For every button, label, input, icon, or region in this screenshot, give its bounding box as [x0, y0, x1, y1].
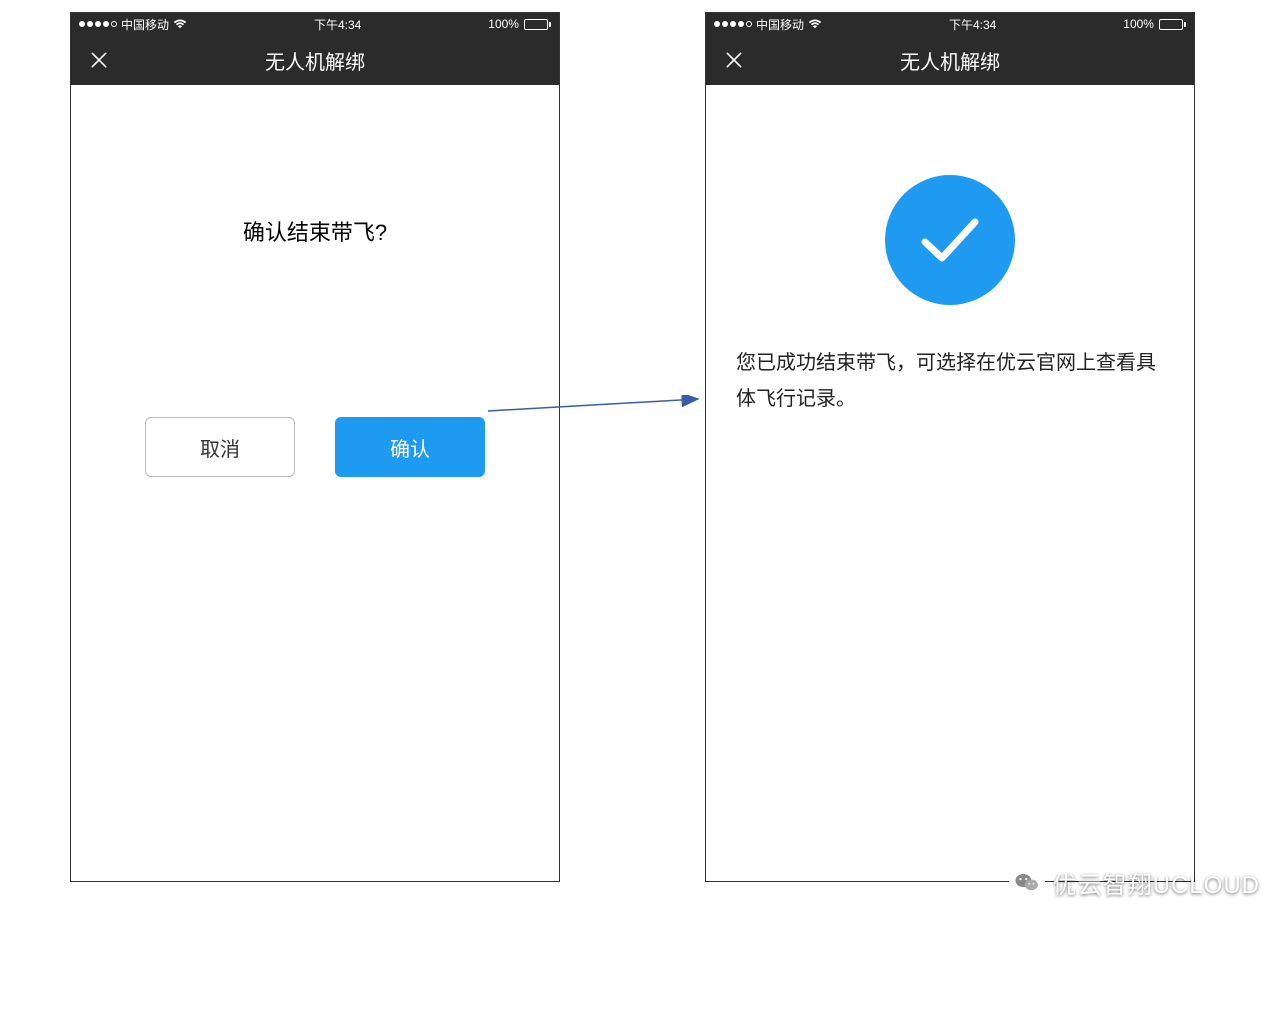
confirm-button[interactable]: 确认	[335, 417, 485, 477]
status-left-cluster: 中国移动	[714, 16, 822, 33]
wifi-icon	[173, 19, 187, 29]
status-right-cluster: 100%	[488, 17, 551, 31]
status-bar: 中国移动 下午4:34 100%	[71, 13, 559, 35]
battery-percent-label: 100%	[488, 17, 519, 31]
close-icon	[724, 50, 744, 70]
status-bar: 中国移动 下午4:34 100%	[706, 13, 1194, 35]
wechat-icon	[1009, 864, 1045, 900]
signal-strength-icon	[714, 21, 752, 27]
nav-bar: 无人机解绑	[71, 35, 559, 85]
battery-percent-label: 100%	[1123, 17, 1154, 31]
status-left-cluster: 中国移动	[79, 16, 187, 33]
button-row: 取消 确认	[91, 417, 539, 477]
carrier-label: 中国移动	[756, 16, 804, 33]
status-time: 下午4:34	[314, 16, 361, 33]
success-message-text: 您已成功结束带飞，可选择在优云官网上查看具体飞行记录。	[726, 345, 1174, 417]
status-right-cluster: 100%	[1123, 17, 1186, 31]
battery-icon	[524, 19, 551, 30]
battery-icon	[1159, 19, 1186, 30]
content-area: 确认结束带飞? 取消 确认	[71, 215, 559, 1011]
confirm-prompt-text: 确认结束带飞?	[91, 215, 539, 247]
nav-bar: 无人机解绑	[706, 35, 1194, 85]
close-icon	[89, 50, 109, 70]
page-title: 无人机解绑	[900, 46, 1000, 75]
phone-screen-confirm: 中国移动 下午4:34 100% 无人机解绑 确认结束带飞? 取消 确认	[70, 12, 560, 882]
watermark-text: 优云智翔UCLOUD	[1053, 865, 1260, 900]
close-button[interactable]	[722, 48, 746, 72]
close-button[interactable]	[87, 48, 111, 72]
wifi-icon	[808, 19, 822, 29]
page-title: 无人机解绑	[265, 46, 365, 75]
status-time: 下午4:34	[949, 16, 996, 33]
signal-strength-icon	[79, 21, 117, 27]
cancel-button[interactable]: 取消	[145, 417, 295, 477]
checkmark-icon	[915, 210, 985, 270]
watermark: 优云智翔UCLOUD	[1009, 864, 1260, 900]
phone-screen-success: 中国移动 下午4:34 100% 无人机解绑 您已成功结束带飞，可选择在优云官网…	[705, 12, 1195, 882]
carrier-label: 中国移动	[121, 16, 169, 33]
success-badge	[885, 175, 1015, 305]
content-area: 您已成功结束带飞，可选择在优云官网上查看具体飞行记录。	[706, 175, 1194, 971]
